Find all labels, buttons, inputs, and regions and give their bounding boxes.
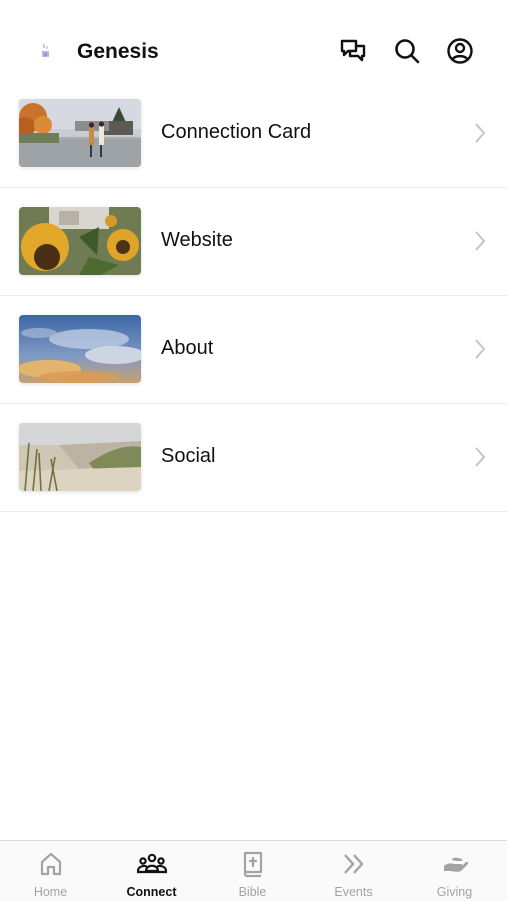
chevron-right-icon (473, 446, 487, 468)
bible-icon (239, 850, 267, 878)
tab-label: Connect (126, 885, 177, 899)
chevron-right-icon (473, 230, 487, 252)
search-icon[interactable] (392, 36, 422, 66)
messages-icon[interactable] (338, 36, 368, 66)
tab-label: Bible (238, 885, 267, 899)
chevron-right-icon (473, 338, 487, 360)
dune-grass-photo (19, 423, 141, 491)
header: Genesis (0, 0, 507, 90)
tab-home[interactable]: Home (0, 841, 101, 901)
list-item-label: Connection Card (161, 121, 312, 143)
list-item-label: Social (161, 445, 216, 467)
people-icon (136, 850, 168, 878)
profile-icon[interactable] (445, 36, 475, 66)
list-item-label: Website (161, 229, 233, 251)
sunset-clouds-photo (19, 315, 141, 383)
tab-giving[interactable]: Giving (404, 841, 505, 901)
menu-list: Connection Card Website About Social (0, 80, 507, 512)
tab-bar: Home Connect Bible Events Giving (0, 840, 507, 901)
tab-connect[interactable]: Connect (101, 841, 202, 901)
hand-icon (441, 850, 469, 878)
chevron-right-icon (473, 122, 487, 144)
list-item-about[interactable]: About (0, 296, 507, 404)
tab-label: Events (334, 885, 373, 899)
sunflowers-photo (19, 207, 141, 275)
tab-bible[interactable]: Bible (202, 841, 303, 901)
app: Genesis Connection Card Website About So… (0, 0, 507, 901)
list-item-connection-card[interactable]: Connection Card (0, 80, 507, 188)
list-item-label: About (161, 337, 214, 359)
list-item-social[interactable]: Social (0, 404, 507, 512)
tab-label: Home (33, 885, 68, 899)
home-icon (37, 850, 65, 878)
tab-events[interactable]: Events (303, 841, 404, 901)
page-title: Genesis (77, 40, 159, 63)
logo-icon (38, 40, 54, 64)
double-chevron-icon (340, 850, 368, 878)
tab-label: Giving (436, 885, 473, 899)
list-item-website[interactable]: Website (0, 188, 507, 296)
autumn-walk-photo (19, 99, 141, 167)
